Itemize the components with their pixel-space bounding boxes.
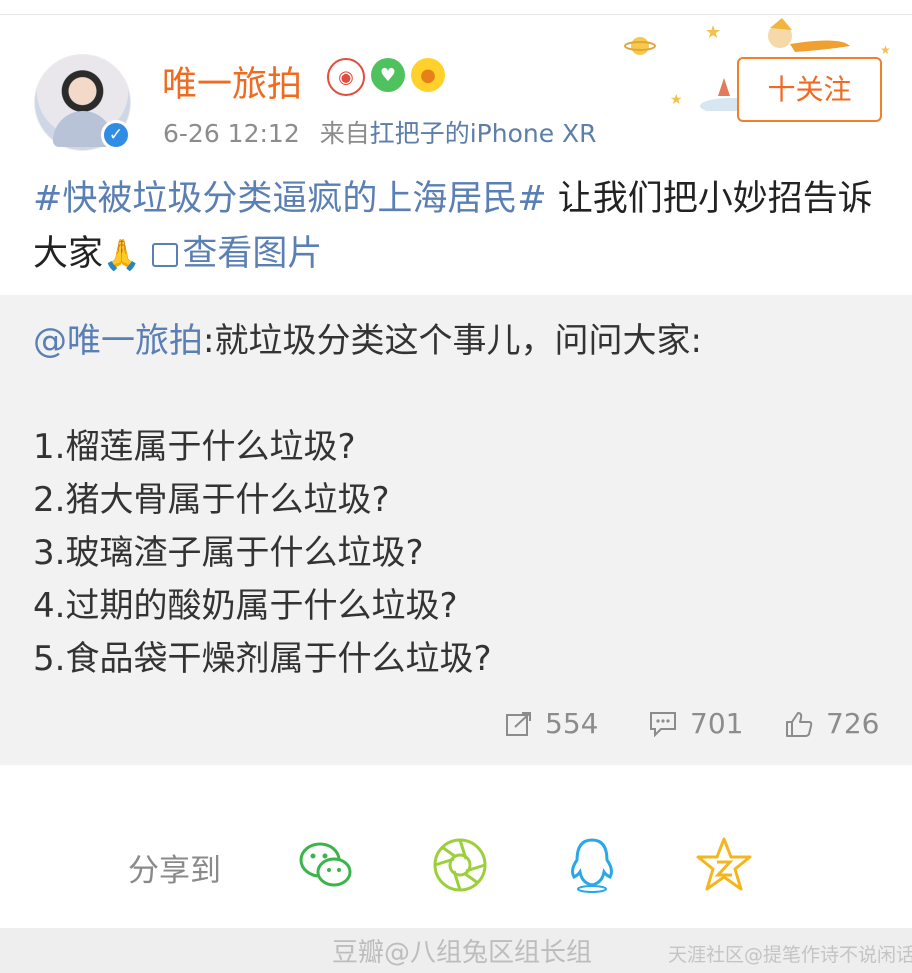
svg-text:★: ★: [880, 43, 891, 57]
view-pictures-label: 查看图片: [182, 234, 323, 274]
topic-hashtag[interactable]: #快被垃圾分类逼疯的上海居民#: [33, 179, 547, 219]
retweet-intro-line: @唯一旅拍:就垃圾分类这个事儿，问问大家:: [33, 315, 883, 368]
question-item: 3.玻璃渣子属于什么垃圾?: [33, 533, 424, 573]
username[interactable]: 唯一旅拍: [162, 56, 302, 107]
wechat-share-icon[interactable]: [296, 835, 356, 895]
view-pictures-link[interactable]: 查看图片: [152, 234, 322, 274]
picture-icon: [152, 243, 179, 267]
retweet-intro: :就垃圾分类这个事儿，问问大家:: [203, 321, 702, 361]
user-badges: ◉ ♥ ●: [327, 58, 445, 96]
source-prefix: 来自: [319, 119, 370, 148]
weibo-badge-icon: ◉: [327, 58, 365, 96]
watermark-douban: 豆瓣@八组兔区组长组: [332, 938, 593, 968]
svg-text:★: ★: [705, 22, 721, 43]
share-label: 分享到: [128, 853, 221, 889]
qzone-share-icon[interactable]: [694, 835, 754, 895]
heart-badge-icon: ♥: [371, 58, 405, 92]
retweet-mention[interactable]: @唯一旅拍: [33, 321, 203, 361]
like-button[interactable]: 726: [784, 707, 879, 740]
question-item: 4.过期的酸奶属于什么垃圾?: [33, 586, 458, 626]
like-count: 726: [826, 707, 880, 740]
question-item: 5.食品袋干燥剂属于什么垃圾?: [33, 639, 492, 679]
retweet-stats: 554 701 726: [0, 701, 912, 751]
post-time: 6-26 12:12: [163, 119, 300, 148]
hands-emoji-icon: 🙏: [103, 238, 141, 273]
moments-share-icon[interactable]: [430, 835, 490, 895]
svg-text:★: ★: [670, 92, 683, 108]
watermark-tianya: 天涯社区@提笔作诗不说闲话: [668, 944, 912, 966]
follow-button[interactable]: 十关注: [737, 57, 882, 122]
question-item: 1.榴莲属于什么垃圾?: [33, 427, 356, 467]
top-divider: [0, 14, 912, 15]
retweet-text: @唯一旅拍:就垃圾分类这个事儿，问问大家: 1.榴莲属于什么垃圾? 2.猪大骨属…: [33, 315, 883, 686]
retweet-card[interactable]: @唯一旅拍:就垃圾分类这个事儿，问问大家: 1.榴莲属于什么垃圾? 2.猪大骨属…: [0, 295, 912, 765]
verified-badge-icon: ✓: [101, 120, 131, 150]
post-meta: 6-26 12:12 来自扛把子的iPhone XR: [163, 114, 597, 150]
post-text: #快被垃圾分类逼疯的上海居民# 让我们把小妙招告诉大家🙏 查看图片: [33, 172, 883, 283]
post-source[interactable]: 扛把子的iPhone XR: [370, 119, 597, 148]
question-item: 2.猪大骨属于什么垃圾?: [33, 480, 390, 520]
thumbs-up-icon: [786, 711, 813, 737]
comment-count: 701: [690, 707, 744, 740]
repost-count: 554: [545, 707, 599, 740]
comment-button[interactable]: 701: [648, 707, 743, 740]
qq-share-icon[interactable]: [562, 835, 622, 895]
repost-button[interactable]: 554: [505, 707, 598, 740]
duck-badge-icon: ●: [411, 58, 445, 92]
comment-icon: [650, 711, 676, 737]
repost-icon: [506, 711, 531, 736]
